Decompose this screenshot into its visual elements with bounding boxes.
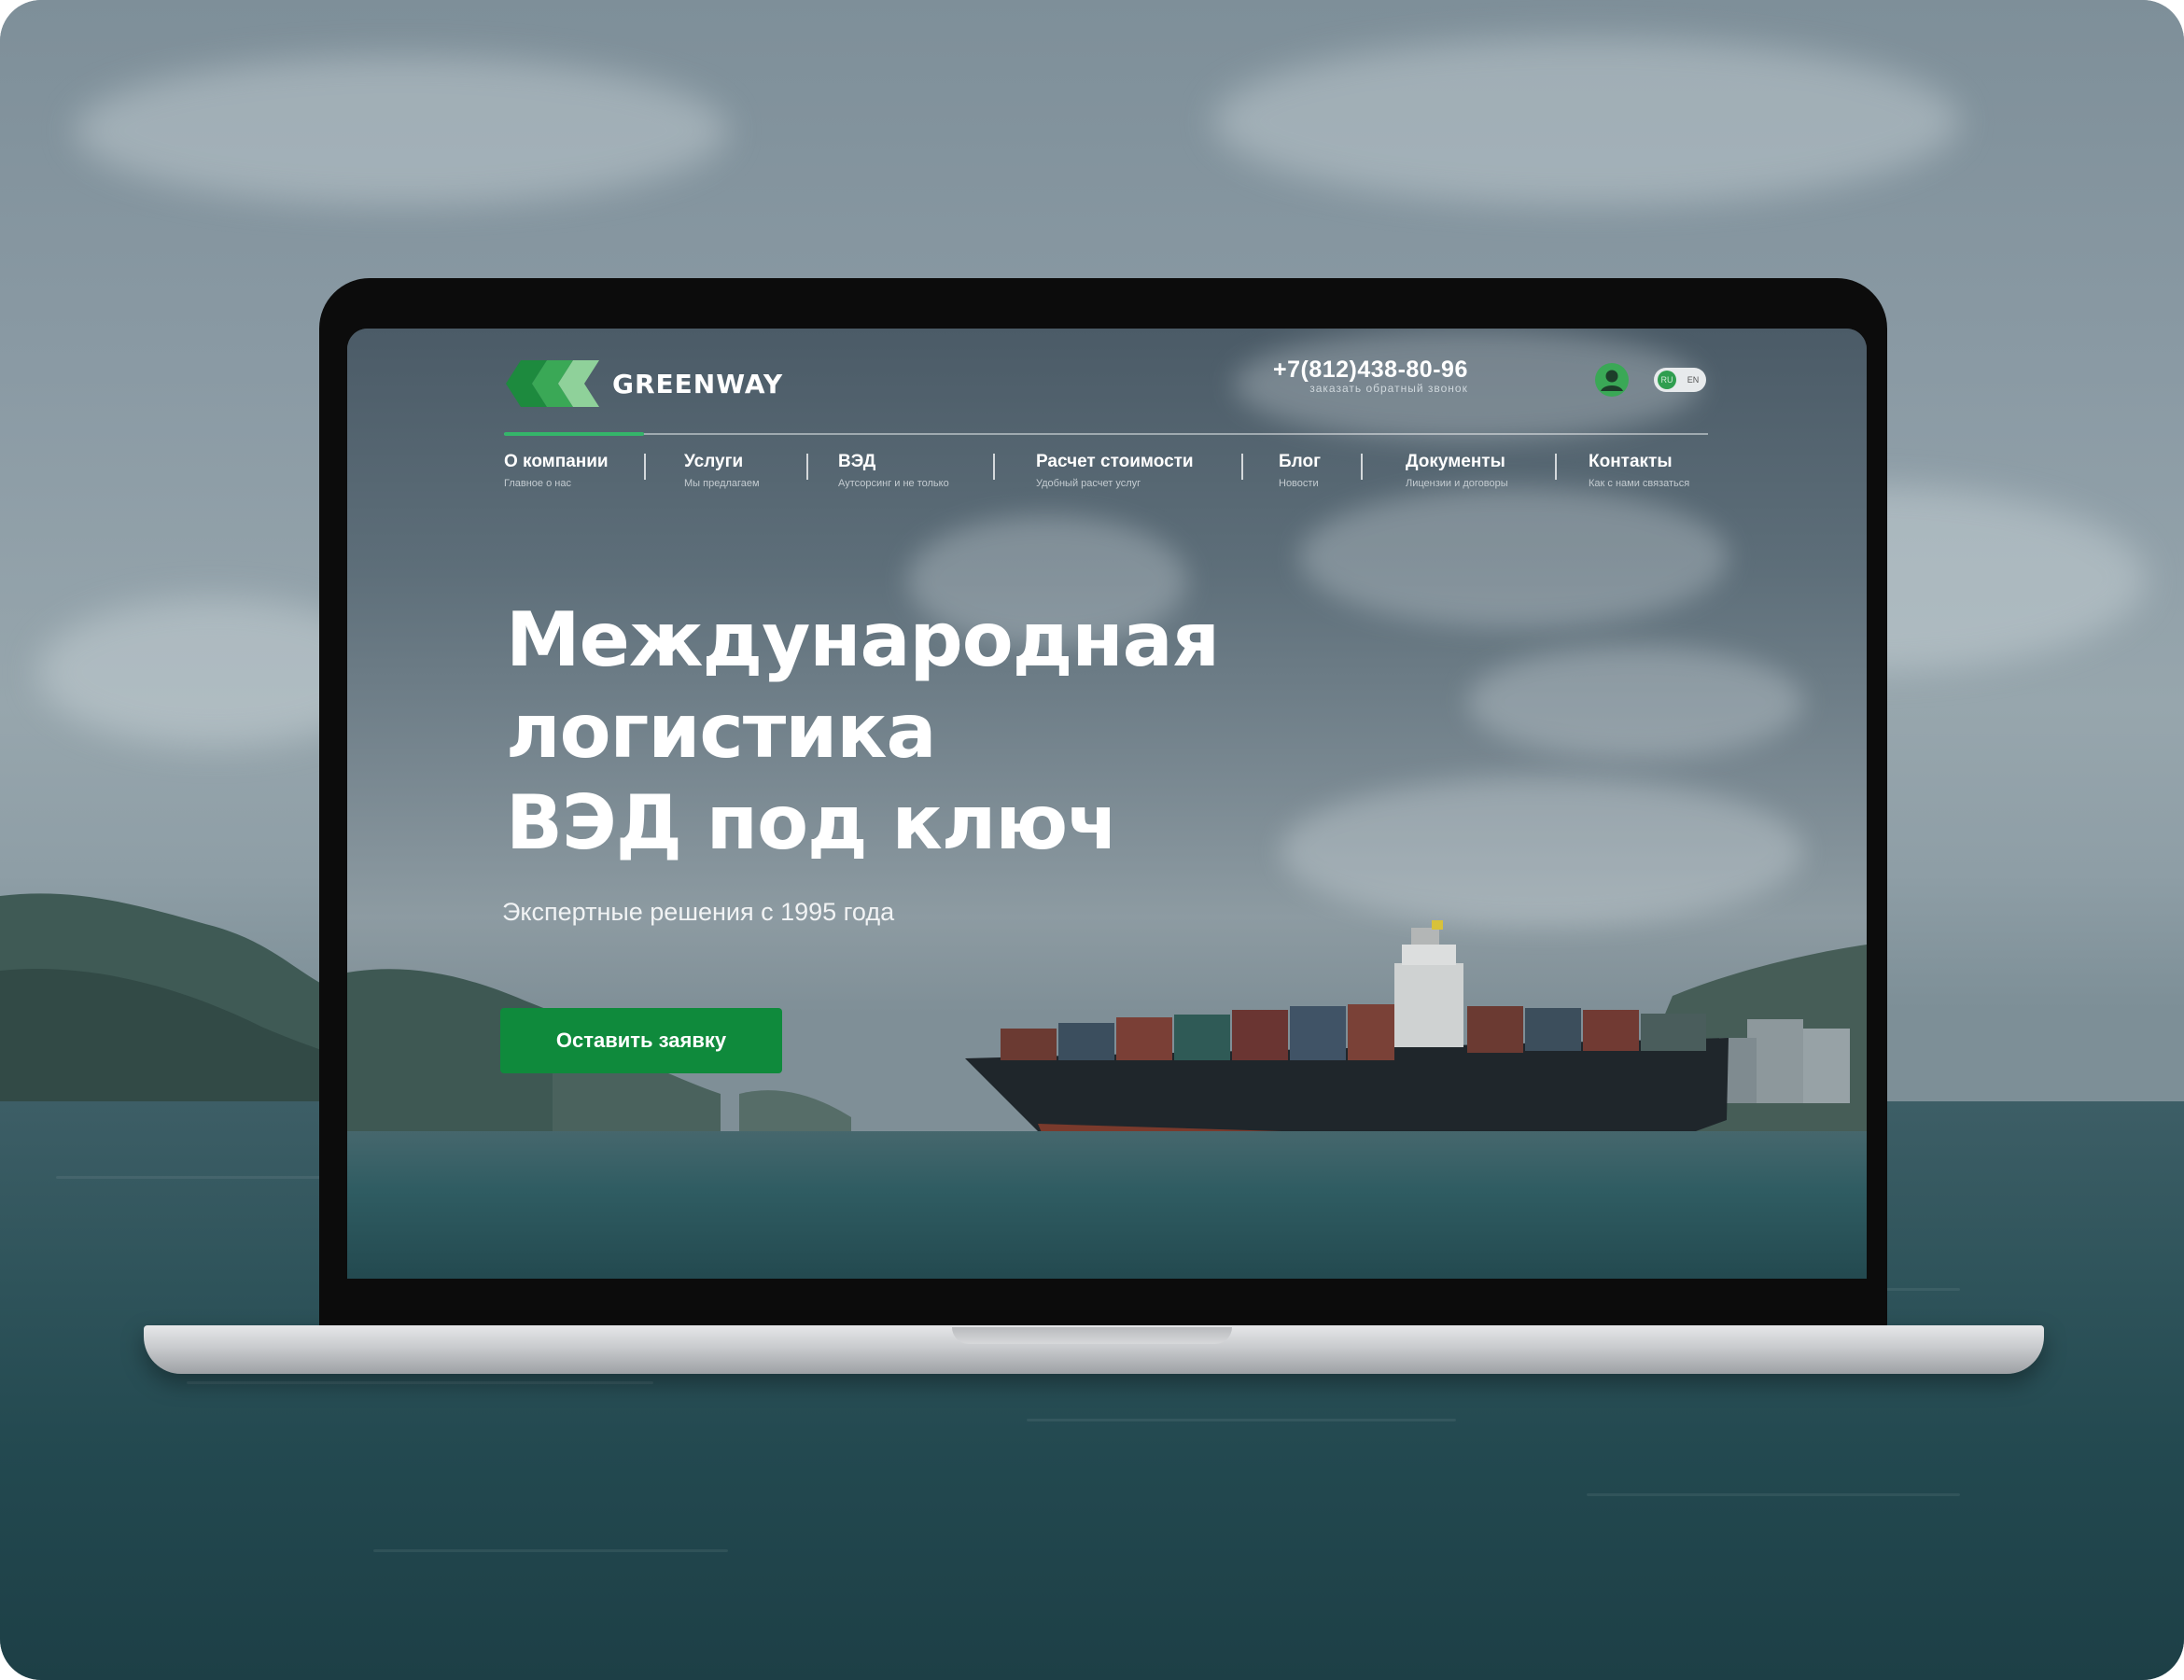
hero-title-line: Международная (506, 596, 1220, 683)
nav-item-documents[interactable]: Документы Лицензии и договоры (1406, 452, 1508, 489)
nav-item-label: Услуги (684, 452, 744, 471)
submit-request-button[interactable]: Оставить заявку (500, 1008, 782, 1073)
nav-item-sublabel: Как с нами связаться (1589, 478, 1690, 489)
nav-separator (993, 454, 995, 480)
language-toggle[interactable]: RU EN (1654, 368, 1706, 392)
phone-number[interactable]: +7(812)438-80-96 (1273, 357, 1468, 384)
hero-subtitle: Экспертные решения с 1995 года (502, 898, 895, 926)
nav-item-sublabel: Новости (1279, 478, 1319, 489)
nav-item-sublabel: Мы предлагаем (684, 478, 760, 489)
nav-item-label: Документы (1406, 452, 1505, 471)
laptop-notch (952, 1327, 1232, 1344)
lang-ru-option[interactable]: RU (1658, 371, 1676, 389)
nav-item-sublabel: Лицензии и договоры (1406, 478, 1508, 489)
lang-en-option[interactable]: EN (1684, 371, 1702, 389)
nav-separator (1555, 454, 1557, 480)
main-navigation: О компании Главное о нас Услуги Мы предл… (504, 452, 1717, 508)
nav-separator (806, 454, 808, 480)
nav-item-contacts[interactable]: Контакты Как с нами связаться (1589, 452, 1689, 489)
nav-item-about[interactable]: О компании Главное о нас (504, 452, 609, 489)
nav-item-services[interactable]: Услуги Мы предлагаем (684, 452, 760, 489)
hero-title: Международная логистика ВЭД под ключ (506, 595, 1220, 869)
nav-item-sublabel: Аутсорсинг и не только (838, 478, 949, 489)
greenway-logo-icon (506, 360, 599, 407)
logo-text: GREENWAY (612, 368, 784, 399)
nav-item-sublabel: Главное о нас (504, 478, 571, 489)
site-logo[interactable]: GREENWAY (506, 357, 783, 411)
user-account-icon[interactable] (1594, 362, 1630, 398)
nav-item-label: Блог (1279, 452, 1321, 471)
nav-item-label: Расчет стоимости (1036, 452, 1194, 471)
background-photo: GREENWAY +7(812)438-80-96 заказать обрат… (0, 0, 2184, 1680)
nav-separator (644, 454, 646, 480)
nav-separator (1241, 454, 1243, 480)
nav-item-label: О компании (504, 452, 609, 471)
nav-item-blog[interactable]: Блог Новости (1279, 452, 1321, 489)
hero-sea (347, 1131, 1867, 1279)
header-phone[interactable]: +7(812)438-80-96 заказать обратный звоно… (1273, 357, 1468, 395)
nav-item-label: Контакты (1589, 452, 1673, 471)
nav-item-pricing[interactable]: Расчет стоимости Удобный расчет услуг (1036, 452, 1194, 489)
nav-item-label: ВЭД (838, 452, 876, 471)
hero-title-line: логистика (506, 688, 937, 775)
nav-item-ved[interactable]: ВЭД Аутсорсинг и не только (838, 452, 949, 489)
nav-divider-line (504, 433, 1708, 435)
callback-link[interactable]: заказать обратный звонок (1273, 382, 1468, 395)
nav-active-indicator (504, 432, 644, 436)
hero-title-line: ВЭД под ключ (506, 779, 1118, 866)
laptop-screen: GREENWAY +7(812)438-80-96 заказать обрат… (347, 329, 1867, 1279)
nav-separator (1361, 454, 1363, 480)
nav-item-sublabel: Удобный расчет услуг (1036, 478, 1141, 489)
